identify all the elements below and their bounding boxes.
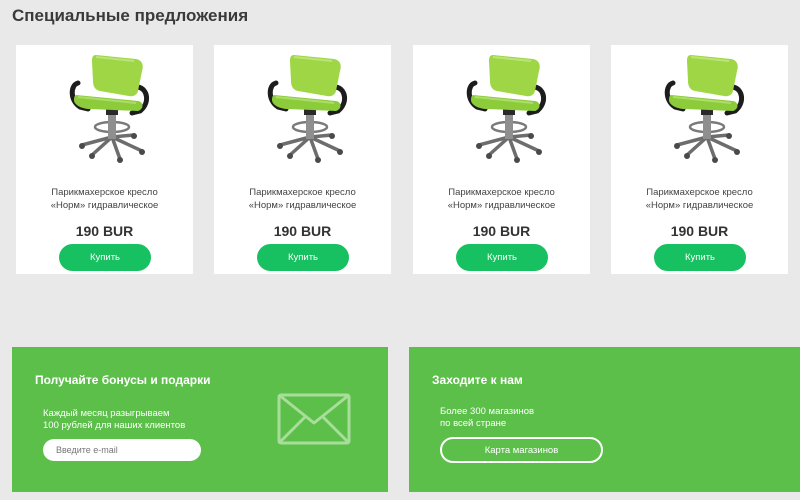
product-name-line: Парикмахерское кресло — [448, 187, 555, 198]
bonus-text-line: Каждый месяц разыгрываем — [43, 408, 170, 419]
product-name: Парикмахерское кресло «Норм» гидравличес… — [16, 186, 193, 212]
product-card[interactable]: Парикмахерское кресло «Норм» гидравличес… — [16, 45, 193, 274]
salon-chair-image — [267, 55, 347, 163]
stores-text: Более 300 магазинов по всей стране — [440, 406, 534, 430]
salon-chair-image — [664, 55, 744, 163]
bonus-banner: Получайте бонусы и подарки Каждый месяц … — [12, 347, 388, 492]
product-list: Парикмахерское кресло «Норм» гидравличес… — [0, 45, 800, 275]
product-name-line: «Норм» гидравлическое — [447, 200, 556, 211]
bonus-text: Каждый месяц разыгрываем 100 рублей для … — [43, 408, 185, 432]
product-name-line: «Норм» гидравлическое — [50, 200, 159, 211]
product-card[interactable]: Парикмахерское кресло «Норм» гидравличес… — [214, 45, 391, 274]
product-price: 190 BUR — [670, 223, 729, 239]
product-name-line: Парикмахерское кресло — [646, 187, 753, 198]
buy-button[interactable]: Купить — [456, 244, 548, 271]
stores-banner: Заходите к нам Более 300 магазинов по вс… — [409, 347, 800, 492]
envelope-icon — [277, 393, 351, 445]
product-name-line: «Норм» гидравлическое — [248, 200, 357, 211]
product-card[interactable]: Парикмахерское кресло «Норм» гидравличес… — [413, 45, 590, 274]
bonus-text-line: 100 рублей для наших клиентов — [43, 420, 186, 431]
stores-text-line: Более 300 магазинов — [440, 406, 535, 417]
product-name: Парикмахерское кресло «Норм» гидравличес… — [413, 186, 590, 212]
product-name: Парикмахерское кресло «Норм» гидравличес… — [611, 186, 788, 212]
bonus-title: Получайте бонусы и подарки — [35, 373, 211, 387]
salon-chair-image — [69, 55, 149, 163]
email-input[interactable] — [43, 439, 201, 461]
buy-button[interactable]: Купить — [59, 244, 151, 271]
page-title: Специальные предложения — [12, 6, 249, 25]
product-name-line: Парикмахерское кресло — [51, 187, 158, 198]
stores-title: Заходите к нам — [432, 373, 523, 387]
product-name-line: Парикмахерское кресло — [249, 187, 356, 198]
buy-button[interactable]: Купить — [257, 244, 349, 271]
product-name-line: «Норм» гидравлическое — [645, 200, 754, 211]
store-map-button[interactable]: Карта магазинов — [440, 437, 603, 463]
product-price: 190 BUR — [75, 223, 134, 239]
salon-chair-image — [466, 55, 546, 163]
product-name: Парикмахерское кресло «Норм» гидравличес… — [214, 186, 391, 212]
buy-button[interactable]: Купить — [654, 244, 746, 271]
product-price: 190 BUR — [472, 223, 531, 239]
product-card[interactable]: Парикмахерское кресло «Норм» гидравличес… — [611, 45, 788, 274]
stores-text-line: по всей стране — [440, 418, 507, 429]
product-price: 190 BUR — [273, 223, 332, 239]
